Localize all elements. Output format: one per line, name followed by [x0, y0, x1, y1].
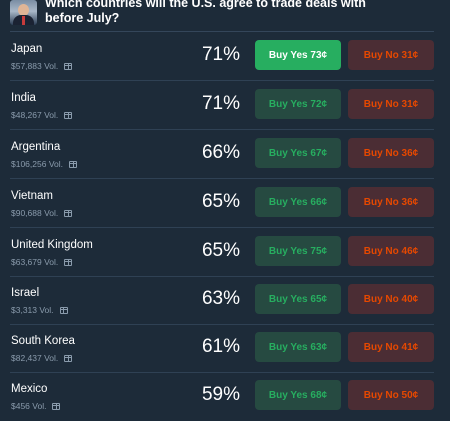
volume-text: $3,313 Vol. — [11, 305, 54, 315]
outcome-row-argentina[interactable]: Argentina $106,256 Vol. 66% Buy Yes 67¢ … — [0, 131, 450, 179]
gift-icon[interactable] — [69, 160, 77, 168]
buy-no-button[interactable]: Buy No 36¢ — [348, 138, 434, 168]
volume-text: $90,688 Vol. — [11, 208, 59, 218]
volume-text: $456 Vol. — [11, 401, 47, 411]
country-name[interactable]: Vietnam — [11, 190, 53, 202]
outcome-row-united-kingdom[interactable]: United Kingdom $63,679 Vol. 65% Buy Yes … — [0, 229, 450, 277]
country-name[interactable]: South Korea — [11, 335, 75, 347]
outcome-percent: 63% — [201, 288, 240, 309]
volume-label: $3,313 Vol. — [11, 305, 68, 315]
buy-yes-button[interactable]: Buy Yes 66¢ — [255, 187, 341, 217]
buy-no-button[interactable]: Buy No 41¢ — [348, 332, 434, 362]
volume-text: $48,267 Vol. — [11, 110, 59, 120]
volume-text: $82,437 Vol. — [11, 353, 59, 363]
volume-label: $90,688 Vol. — [11, 208, 73, 218]
volume-text: $106,256 Vol. — [11, 159, 63, 169]
row-divider — [10, 129, 434, 130]
country-name[interactable]: United Kingdom — [11, 239, 93, 251]
outcome-percent: 71% — [201, 93, 240, 114]
gift-icon[interactable] — [64, 258, 73, 266]
outcome-percent: 61% — [201, 336, 240, 357]
row-divider — [10, 227, 434, 228]
buy-yes-button[interactable]: Buy Yes 73¢ — [255, 40, 341, 70]
country-name[interactable]: Israel — [11, 287, 39, 299]
row-divider — [10, 178, 434, 179]
buy-yes-button[interactable]: Buy Yes 67¢ — [255, 138, 341, 168]
outcome-percent: 59% — [201, 384, 240, 405]
volume-label: $63,679 Vol. — [11, 257, 73, 267]
outcome-row-vietnam[interactable]: Vietnam $90,688 Vol. 65% Buy Yes 66¢ Buy… — [0, 180, 450, 228]
buy-no-button[interactable]: Buy No 40¢ — [348, 284, 434, 314]
country-name[interactable]: Mexico — [11, 383, 47, 395]
country-name[interactable]: India — [11, 92, 36, 104]
outcome-percent: 71% — [201, 44, 240, 65]
outcome-percent: 65% — [201, 240, 240, 261]
outcome-percent: 66% — [201, 142, 240, 163]
buy-yes-button[interactable]: Buy Yes 68¢ — [255, 380, 341, 410]
volume-label: $57,883 Vol. — [11, 61, 73, 71]
buy-yes-button[interactable]: Buy Yes 65¢ — [255, 284, 341, 314]
thumbnail-tie — [22, 16, 25, 25]
header-divider — [10, 31, 434, 32]
buy-yes-button[interactable]: Buy Yes 72¢ — [255, 89, 341, 119]
outcome-row-japan[interactable]: Japan $57,883 Vol. 71% Buy Yes 73¢ Buy N… — [0, 33, 450, 81]
gift-icon[interactable] — [64, 111, 73, 119]
market-header: Which countries will the U.S. agree to t… — [0, 0, 450, 30]
row-divider — [10, 80, 434, 81]
buy-no-button[interactable]: Buy No 36¢ — [348, 187, 434, 217]
buy-yes-button[interactable]: Buy Yes 75¢ — [255, 236, 341, 266]
market-thumbnail[interactable] — [10, 0, 37, 25]
country-name[interactable]: Argentina — [11, 141, 60, 153]
outcome-percent: 65% — [201, 191, 240, 212]
gift-icon[interactable] — [64, 209, 73, 217]
buy-no-button[interactable]: Buy No 50¢ — [348, 380, 434, 410]
market-title[interactable]: Which countries will the U.S. agree to t… — [45, 0, 375, 26]
gift-icon[interactable] — [59, 306, 68, 314]
gift-icon[interactable] — [64, 62, 73, 70]
buy-no-button[interactable]: Buy No 46¢ — [348, 236, 434, 266]
volume-label: $48,267 Vol. — [11, 110, 73, 120]
volume-label: $456 Vol. — [11, 401, 61, 411]
outcome-row-mexico[interactable]: Mexico $456 Vol. 59% Buy Yes 68¢ Buy No … — [0, 373, 450, 421]
outcome-row-south-korea[interactable]: South Korea $82,437 Vol. 61% Buy Yes 63¢… — [0, 325, 450, 373]
volume-label: $82,437 Vol. — [11, 353, 73, 363]
outcome-row-israel[interactable]: Israel $3,313 Vol. 63% Buy Yes 65¢ Buy N… — [0, 277, 450, 325]
country-name[interactable]: Japan — [11, 43, 42, 55]
buy-no-button[interactable]: Buy No 31¢ — [348, 40, 434, 70]
buy-yes-button[interactable]: Buy Yes 63¢ — [255, 332, 341, 362]
gift-icon[interactable] — [64, 354, 73, 362]
volume-text: $57,883 Vol. — [11, 61, 59, 71]
volume-text: $63,679 Vol. — [11, 257, 59, 267]
gift-icon[interactable] — [52, 402, 61, 410]
outcome-row-india[interactable]: India $48,267 Vol. 71% Buy Yes 72¢ Buy N… — [0, 82, 450, 130]
buy-no-button[interactable]: Buy No 31¢ — [348, 89, 434, 119]
volume-label: $106,256 Vol. — [11, 159, 77, 169]
